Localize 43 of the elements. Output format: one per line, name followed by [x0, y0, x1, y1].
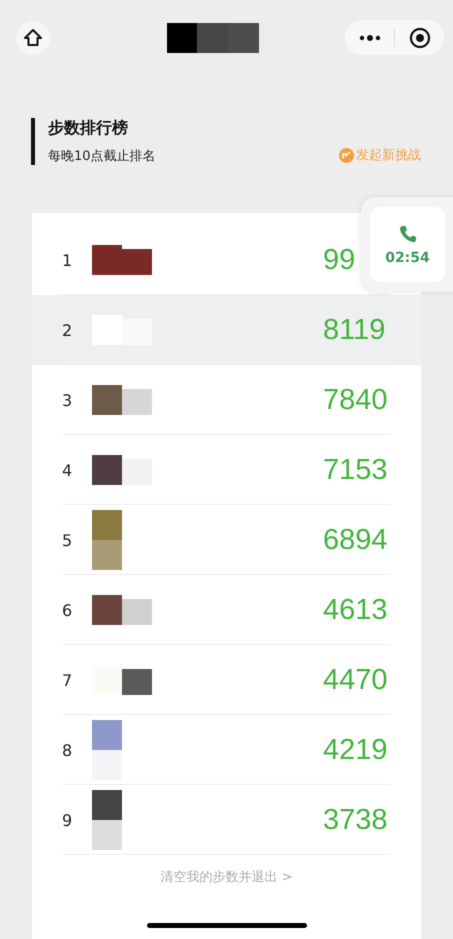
step-count: 7840 — [323, 384, 388, 416]
avatar — [92, 790, 122, 850]
avatar — [92, 385, 152, 415]
ranking-row[interactable]: 3 7840 — [32, 365, 421, 435]
step-count: 8119 — [323, 314, 386, 346]
rank-number: 2 — [62, 320, 74, 340]
step-count: 6894 — [323, 524, 388, 556]
step-count: 4219 — [323, 734, 388, 766]
challenge-icon — [339, 148, 354, 162]
home-button[interactable] — [16, 20, 50, 54]
avatar — [92, 720, 122, 780]
home-icon — [23, 28, 43, 48]
rank-number: 9 — [62, 810, 74, 830]
avatar — [92, 245, 152, 275]
target-icon — [408, 26, 430, 48]
ranking-row[interactable]: 2 8119 — [32, 295, 421, 365]
more-icon — [358, 34, 380, 40]
phone-icon — [398, 224, 418, 244]
ranking-row[interactable]: 9 3738 — [32, 785, 421, 855]
call-button[interactable]: 02:54 — [370, 207, 445, 282]
rank-number: 4 — [62, 460, 74, 480]
avatar — [92, 665, 152, 695]
rank-number: 6 — [62, 600, 74, 620]
section-title: 步数排行榜 — [48, 118, 129, 139]
rank-number: 3 — [62, 390, 74, 410]
step-count: 3738 — [323, 804, 388, 836]
rank-number: 8 — [62, 740, 74, 760]
ranking-row[interactable]: 8 4219 — [32, 715, 421, 785]
ranking-row[interactable]: 4 7153 — [32, 435, 421, 505]
ranking-row[interactable]: 7 4470 — [32, 645, 421, 715]
avatar — [92, 455, 152, 485]
avatar — [92, 595, 152, 625]
avatar — [92, 510, 122, 570]
step-count: 7153 — [323, 454, 388, 486]
step-count: 4470 — [323, 664, 388, 696]
step-count: 99 — [323, 244, 356, 276]
rank-number: 7 — [62, 670, 74, 690]
section-subtitle: 每晚10点截止排名 — [48, 148, 156, 165]
rank-number: 5 — [62, 530, 74, 550]
step-count: 4613 — [323, 594, 388, 626]
ranking-row[interactable]: 6 4613 — [32, 575, 421, 645]
ranking-row[interactable]: 5 6894 — [32, 505, 421, 575]
rank-number: 1 — [62, 250, 74, 270]
